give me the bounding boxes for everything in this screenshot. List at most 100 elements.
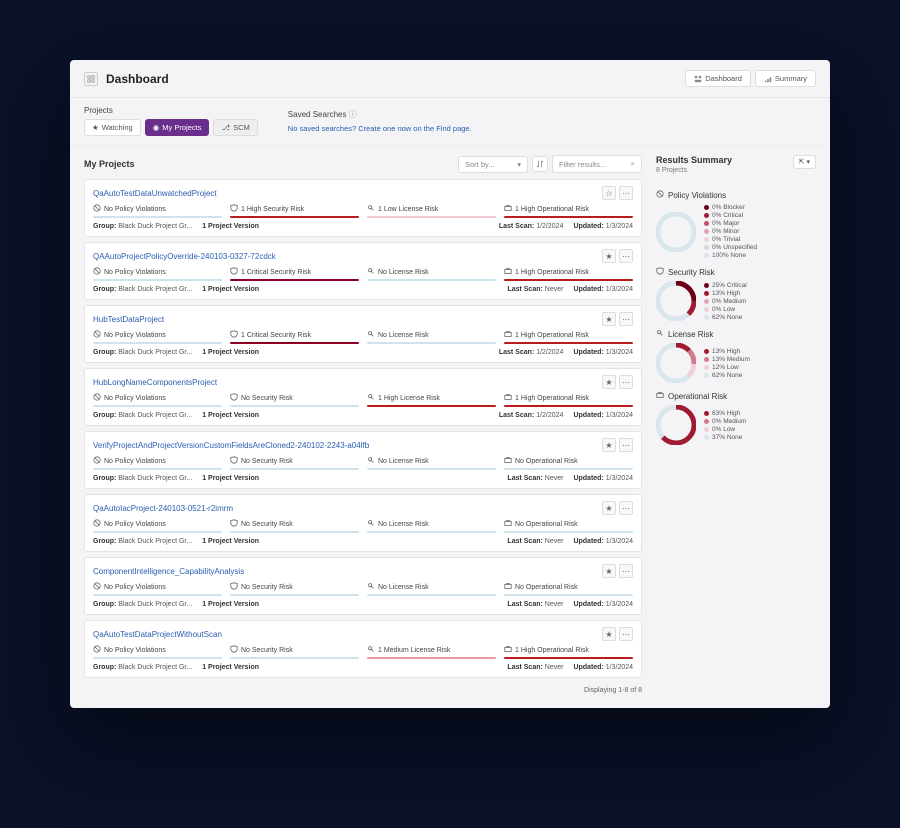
license-text: No License Risk — [378, 458, 429, 465]
policy-icon — [93, 456, 101, 466]
star-button[interactable]: ★ — [602, 438, 616, 452]
operational-bar — [504, 468, 633, 470]
last-scan-label: Last Scan: Never — [507, 286, 563, 293]
legend-label: 62% None — [712, 314, 742, 321]
project-name-link[interactable]: QAAutoProjectPolicyOverride-240103-0327-… — [93, 252, 602, 261]
group-label: Group: Black Duck Project Gr... — [93, 664, 192, 671]
summary-section-header: Operational Risk — [656, 391, 816, 401]
filter-input[interactable]: Filter results... ⌕ — [552, 155, 642, 173]
license-text: No License Risk — [378, 332, 429, 339]
legend-item: 0% Low — [704, 306, 747, 313]
legend-dot — [704, 213, 709, 218]
license-bar — [367, 531, 496, 533]
tab-summary[interactable]: Summary — [755, 70, 816, 87]
more-button[interactable]: ⋯ — [619, 627, 633, 641]
project-name-link[interactable]: QaAutoTestDataProjectWithoutScan — [93, 630, 602, 639]
star-button[interactable]: ★ — [602, 627, 616, 641]
group-label: Group: Black Duck Project Gr... — [93, 538, 192, 545]
legend-dot — [704, 283, 709, 288]
filter-watching[interactable]: ★Watching — [84, 119, 141, 136]
legend-item: 0% Medium — [704, 298, 747, 305]
pagination-text: Displaying 1-8 of 8 — [84, 683, 642, 694]
saved-empty-link[interactable]: No saved searches? Create one now on the… — [288, 124, 472, 133]
legend-dot — [704, 315, 709, 320]
policy-bar — [93, 279, 222, 281]
policy-text: No Policy Violations — [104, 269, 166, 276]
legend-item: 25% Critical — [704, 282, 747, 289]
star-button[interactable]: ★ — [602, 564, 616, 578]
tab-dashboard[interactable]: Dashboard — [685, 70, 751, 87]
more-button[interactable]: ⋯ — [619, 438, 633, 452]
legend-label: 0% Medium — [712, 298, 746, 305]
project-card: HubTestDataProject ★ ⋯ No Policy Violati… — [84, 305, 642, 363]
legend-label: 0% Blocker — [712, 204, 745, 211]
legend-label: 37% None — [712, 434, 742, 441]
last-scan-label: Last Scan: 1/2/2024 — [499, 412, 564, 419]
policy-icon — [93, 204, 101, 214]
operational-bar — [504, 342, 633, 344]
more-button[interactable]: ⋯ — [619, 375, 633, 389]
shield-icon — [230, 645, 238, 655]
project-name-link[interactable]: HubLongNameComponentsProject — [93, 378, 602, 387]
more-button[interactable]: ⋯ — [619, 501, 633, 515]
user-icon: ◉ — [153, 123, 160, 132]
legend-dot — [704, 229, 709, 234]
legend-label: 0% Medium — [712, 418, 746, 425]
project-name-link[interactable]: ComponentIntelligence_CapabilityAnalysis — [93, 567, 602, 576]
more-button[interactable]: ⋯ — [619, 312, 633, 326]
legend-dot — [704, 411, 709, 416]
more-button[interactable]: ⋯ — [619, 186, 633, 200]
key-icon — [367, 330, 375, 340]
project-name-link[interactable]: VerifyProjectAndProjectVersionCustomFiel… — [93, 441, 602, 450]
project-card: QaAutoTestDataUnwatchedProject ☆ ⋯ No Po… — [84, 179, 642, 237]
briefcase-icon — [504, 456, 512, 466]
license-bar — [367, 279, 496, 281]
project-name-link[interactable]: QaAutoTestDataUnwatchedProject — [93, 189, 602, 198]
more-button[interactable]: ⋯ — [619, 249, 633, 263]
license-bar — [367, 657, 496, 659]
star-button[interactable]: ★ — [602, 375, 616, 389]
policy-icon — [93, 645, 101, 655]
legend-item: 37% None — [704, 434, 746, 441]
legend-dot — [704, 435, 709, 440]
policy-text: No Policy Violations — [104, 332, 166, 339]
project-name-link[interactable]: QaAutoIacProject-240103-0521-r2imrm — [93, 504, 602, 513]
export-button[interactable]: ⇱ ▾ — [793, 155, 816, 169]
updated-label: Updated: 1/3/2024 — [573, 475, 633, 482]
briefcase-icon — [504, 330, 512, 340]
donut-chart — [656, 281, 696, 321]
star-button[interactable]: ★ — [602, 501, 616, 515]
more-button[interactable]: ⋯ — [619, 564, 633, 578]
security-bar — [230, 279, 359, 281]
project-name-link[interactable]: HubTestDataProject — [93, 315, 602, 324]
policy-bar — [93, 657, 222, 659]
last-scan-label: Last Scan: Never — [507, 664, 563, 671]
star-button[interactable]: ★ — [602, 249, 616, 263]
legend-item: 0% Medium — [704, 418, 746, 425]
security-bar — [230, 594, 359, 596]
security-text: 1 High Security Risk — [241, 206, 304, 213]
legend-label: 100% None — [712, 252, 746, 259]
help-icon[interactable]: ⓘ — [349, 110, 357, 119]
chevron-down-icon: ▾ — [806, 158, 810, 166]
project-card: QaAutoTestDataProjectWithoutScan ★ ⋯ No … — [84, 620, 642, 678]
legend-dot — [704, 291, 709, 296]
star-button[interactable]: ☆ — [602, 186, 616, 200]
star-button[interactable]: ★ — [602, 312, 616, 326]
last-scan-label: Last Scan: Never — [507, 601, 563, 608]
briefcase-icon — [504, 582, 512, 592]
operational-text: No Operational Risk — [515, 521, 578, 528]
legend-item: 0% Minor — [704, 228, 757, 235]
group-label: Group: Black Duck Project Gr... — [93, 349, 192, 356]
security-text: No Security Risk — [241, 521, 293, 528]
sort-dropdown[interactable]: Sort by... ▾ — [458, 156, 528, 173]
security-bar — [230, 531, 359, 533]
policy-icon — [93, 393, 101, 403]
sort-direction-button[interactable] — [532, 156, 548, 172]
filter-scm[interactable]: ⎇SCM — [213, 119, 257, 136]
filter-my-projects[interactable]: ◉My Projects — [145, 119, 210, 136]
policy-bar — [93, 342, 222, 344]
security-bar — [230, 468, 359, 470]
operational-bar — [504, 405, 633, 407]
versions-label: 1 Project Version — [202, 475, 259, 482]
